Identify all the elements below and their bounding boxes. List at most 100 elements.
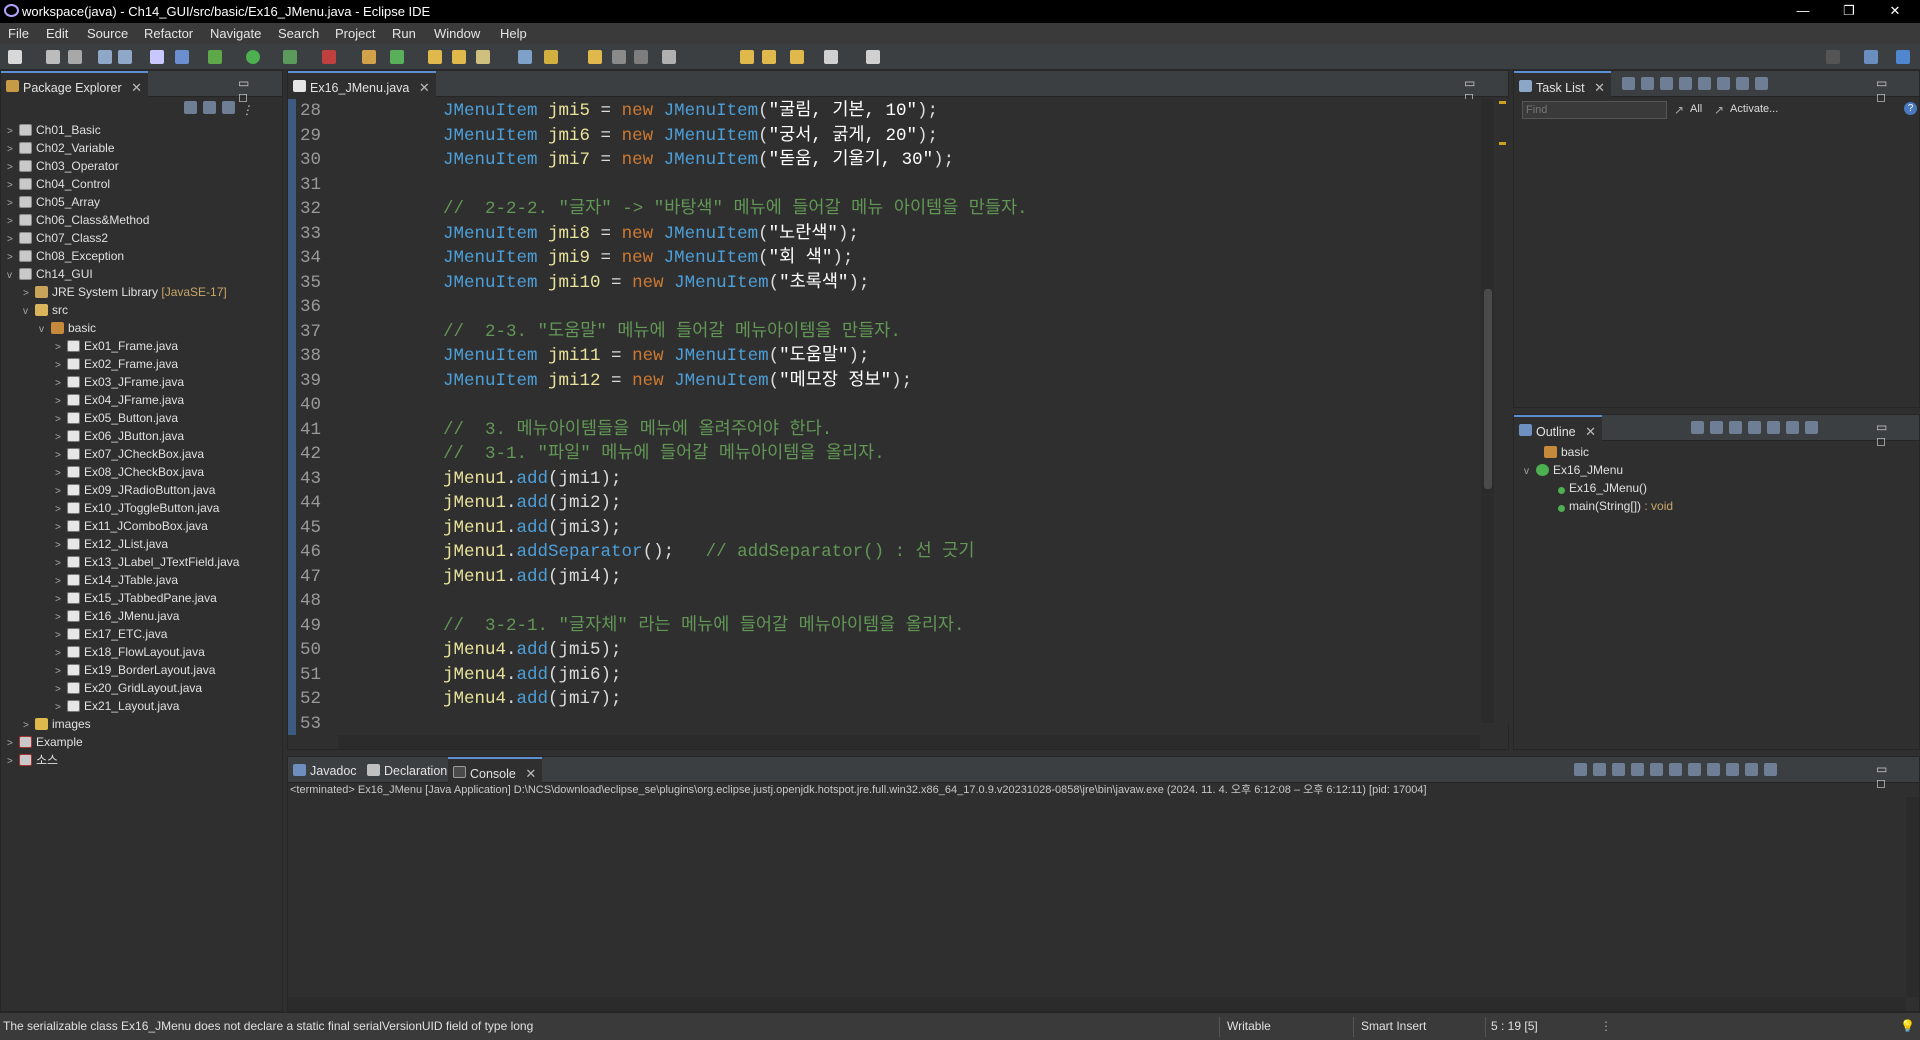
tree-item-java-file[interactable]: > Ex16_JMenu.java	[55, 607, 179, 625]
close-button[interactable]: ✕	[1872, 0, 1918, 23]
hide-completed-icon[interactable]	[1736, 77, 1749, 90]
close-tab-icon[interactable]: ✕	[1585, 424, 1596, 439]
help-icon[interactable]: ?	[1904, 102, 1917, 115]
close-tab-icon[interactable]: ✕	[1594, 80, 1605, 95]
redo-icon[interactable]	[118, 50, 132, 64]
hide-nonpublic-icon[interactable]	[1767, 421, 1780, 434]
search-icon[interactable]	[476, 50, 490, 64]
sync-icon[interactable]	[1755, 77, 1768, 90]
outline-item-constructor[interactable]: Ex16_JMenu()	[1558, 479, 1647, 497]
code-line[interactable]: 37 // 2-3. "도움말" 메뉴에 들어갈 메뉴아이템을 만들자.	[288, 320, 1480, 344]
tree-item-ch07[interactable]: > Ch07_Class2	[7, 229, 108, 247]
toggle-block-selection-icon[interactable]	[544, 50, 558, 64]
tree-item-source[interactable]: > 소스	[7, 751, 58, 769]
code-line[interactable]: 28 JMenuItem jmi5 = new JMenuItem("굴림, 기본…	[288, 99, 1480, 123]
collapse-all-icon[interactable]	[184, 101, 197, 114]
find-input[interactable]	[1522, 101, 1667, 119]
tree-item-basic[interactable]: v basic	[39, 319, 96, 337]
tree-item-java-file[interactable]: > Ex13_JLabel_JTextField.java	[55, 553, 239, 571]
focus-icon[interactable]	[1679, 77, 1692, 90]
tree-item-java-file[interactable]: > Ex02_Frame.java	[55, 355, 178, 373]
outline-item-method[interactable]: main(String[]) : void	[1558, 497, 1673, 515]
tree-item-java-file[interactable]: > Ex01_Frame.java	[55, 337, 178, 355]
save-icon[interactable]	[46, 50, 60, 64]
menu-file[interactable]: File	[8, 26, 29, 41]
menu-source[interactable]: Source	[87, 26, 128, 41]
run-icon[interactable]	[246, 50, 260, 64]
java-perspective-icon[interactable]	[1896, 50, 1910, 64]
maximize-button[interactable]: ❐	[1826, 0, 1872, 23]
tree-item-src[interactable]: v src	[23, 301, 68, 319]
tab-javadoc[interactable]: Javadoc	[288, 757, 363, 783]
word-wrap-icon[interactable]	[612, 50, 626, 64]
warning-marker[interactable]	[1499, 101, 1506, 104]
menu-navigate[interactable]: Navigate	[210, 26, 261, 41]
open-console-icon[interactable]	[1764, 763, 1777, 776]
menu-edit[interactable]: Edit	[46, 26, 68, 41]
terminal-icon[interactable]	[150, 50, 164, 64]
save-all-icon[interactable]	[68, 50, 82, 64]
view-menu-icon[interactable]: ⋮	[241, 103, 253, 117]
tree-item-ch01[interactable]: > Ch01_Basic	[7, 121, 101, 139]
close-tab-icon[interactable]: ✕	[525, 766, 536, 781]
display-console-icon[interactable]	[1745, 763, 1758, 776]
code-line[interactable]: 47 jMenu1.add(jmi4);	[288, 565, 1480, 589]
console-body[interactable]: <terminated> Ex16_JMenu [Java Applicatio…	[288, 783, 1919, 1011]
code-line[interactable]: 44 jMenu1.add(jmi2);	[288, 491, 1480, 515]
tab-outline[interactable]: Outline ✕	[1514, 415, 1602, 441]
open-perspective-icon[interactable]	[1864, 50, 1878, 64]
focus-icon[interactable]	[1805, 421, 1818, 434]
code-line[interactable]: 33 JMenuItem jmi8 = new JMenuItem("노란색");	[288, 222, 1480, 246]
scrollbar-thumb[interactable]	[1484, 289, 1492, 489]
tree-item-java-file[interactable]: > Ex08_JCheckBox.java	[55, 463, 204, 481]
view-min-max-icon[interactable]: ▭ ◻	[1876, 420, 1919, 448]
tree-chevron-icon[interactable]: v	[1524, 463, 1536, 481]
remove-launch-icon[interactable]	[1593, 763, 1606, 776]
prev-annotation-icon[interactable]	[588, 50, 602, 64]
code-line[interactable]: 32 // 2-2-2. "글자" -> "바탕색" 메뉴에 들어갈 메뉴 아이템…	[288, 197, 1480, 221]
code-line[interactable]: 34 JMenuItem jmi9 = new JMenuItem("회 색");	[288, 246, 1480, 270]
tab-console[interactable]: Console ✕	[448, 757, 543, 783]
menu-window[interactable]: Window	[434, 26, 480, 41]
code-line[interactable]: 40	[288, 393, 1480, 417]
hide-static-icon[interactable]	[1748, 421, 1761, 434]
tree-item-jre[interactable]: > JRE System Library [JavaSE-17]	[23, 283, 227, 301]
code-line[interactable]: 38 JMenuItem jmi11 = new JMenuItem("도움말")…	[288, 344, 1480, 368]
menu-help[interactable]: Help	[500, 26, 527, 41]
tab-package-explorer[interactable]: Package Explorer ✕	[1, 71, 149, 97]
outline-item-class[interactable]: v Ex16_JMenu	[1524, 461, 1623, 479]
collapse-all-icon[interactable]	[1698, 77, 1711, 90]
word-wrap-icon[interactable]	[1669, 763, 1682, 776]
code-area[interactable]: 28 JMenuItem jmi5 = new JMenuItem("굴림, 기본…	[288, 99, 1480, 735]
new-package-icon[interactable]	[390, 50, 404, 64]
new-task-icon[interactable]	[1622, 77, 1635, 90]
expand-all-icon[interactable]	[1717, 77, 1730, 90]
tab-ex16-jmenu[interactable]: Ex16_JMenu.java ✕	[288, 71, 436, 97]
tree-item-ch05[interactable]: > Ch05_Array	[7, 193, 100, 211]
code-line[interactable]: 50 jMenu4.add(jmi5);	[288, 638, 1480, 662]
open-type-icon[interactable]	[428, 50, 442, 64]
tree-item-java-file[interactable]: > Ex14_JTable.java	[55, 571, 178, 589]
close-tab-icon[interactable]: ✕	[131, 80, 142, 95]
tree-item-ch04[interactable]: > Ch04_Control	[7, 175, 110, 193]
tree-item-java-file[interactable]: > Ex07_JCheckBox.java	[55, 445, 204, 463]
tree-chevron-icon[interactable]: v	[23, 303, 35, 321]
tree-item-ch02[interactable]: > Ch02_Variable	[7, 139, 115, 157]
tree-item-java-file[interactable]: > Ex18_FlowLayout.java	[55, 643, 205, 661]
tree-item-images[interactable]: > images	[23, 715, 91, 733]
link-editor-icon[interactable]	[203, 101, 216, 114]
undo-icon[interactable]	[98, 50, 112, 64]
code-line[interactable]: 53	[288, 712, 1480, 736]
tree-item-ch06[interactable]: > Ch06_Class&Method	[7, 211, 149, 229]
code-line[interactable]: 36	[288, 295, 1480, 319]
code-line[interactable]: 29 JMenuItem jmi6 = new JMenuItem("궁서, 굵게…	[288, 124, 1480, 148]
vertical-scrollbar[interactable]	[1481, 99, 1494, 723]
terminate-icon[interactable]	[1574, 763, 1587, 776]
tree-item-java-file[interactable]: > Ex15_JTabbedPane.java	[55, 589, 217, 607]
tab-task-list[interactable]: Task List ✕	[1514, 71, 1612, 97]
tree-item-ch03[interactable]: > Ch03_Operator	[7, 157, 119, 175]
activate-link[interactable]: Activate...	[1730, 103, 1778, 115]
forward-icon[interactable]	[824, 50, 838, 64]
tree-item-java-file[interactable]: > Ex17_ETC.java	[55, 625, 167, 643]
code-line[interactable]: 45 jMenu1.add(jmi3);	[288, 516, 1480, 540]
